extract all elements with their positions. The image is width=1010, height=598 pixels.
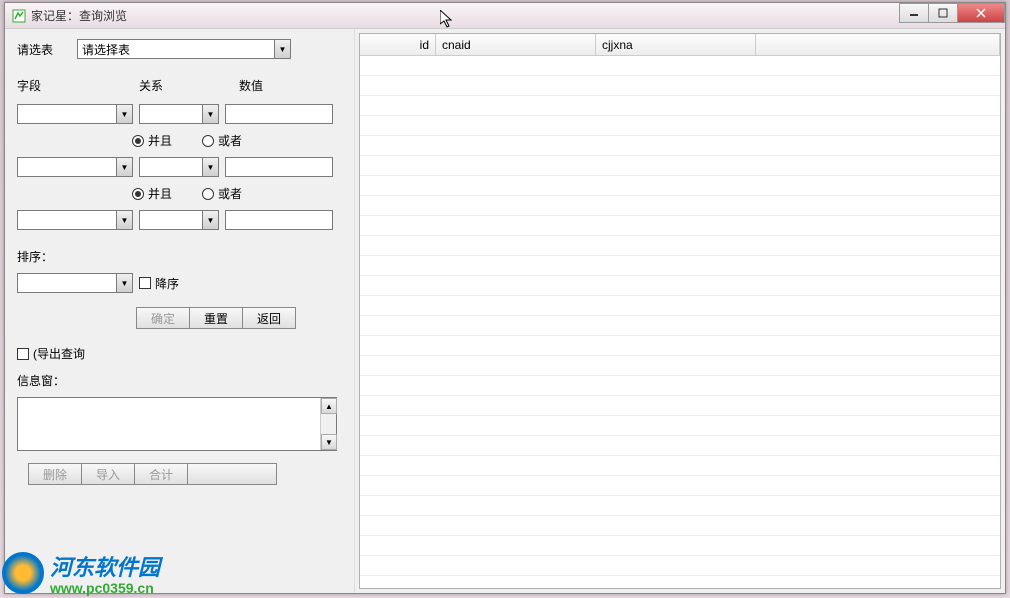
table-row[interactable]: [360, 116, 1000, 136]
main-window: 家记星：查询浏览 请选表 请选择表 ▼ 字段 关系 数值 ▼: [4, 2, 1006, 594]
msg-label: 信息窗：: [17, 372, 65, 389]
grid-body: [360, 56, 1000, 588]
grid-col-cnaid[interactable]: cnaid: [436, 34, 596, 55]
titlebar[interactable]: 家记星：查询浏览: [5, 3, 1005, 29]
grid-col-cjjxna[interactable]: cjjxna: [596, 34, 756, 55]
table-row[interactable]: [360, 356, 1000, 376]
results-grid[interactable]: id cnaid cjjxna: [359, 33, 1001, 589]
chevron-down-icon: ▼: [116, 274, 132, 292]
relation-combo-1[interactable]: ▼: [139, 104, 219, 124]
table-row[interactable]: [360, 236, 1000, 256]
table-row[interactable]: [360, 496, 1000, 516]
and-radio-1[interactable]: 并且: [132, 132, 172, 149]
ok-button[interactable]: 确定: [136, 307, 190, 329]
table-row[interactable]: [360, 96, 1000, 116]
table-row[interactable]: [360, 196, 1000, 216]
table-row[interactable]: [360, 476, 1000, 496]
scrollbar[interactable]: ▲ ▼: [320, 398, 336, 450]
scroll-up-icon[interactable]: ▲: [321, 398, 337, 414]
select-table-label: 请选表: [17, 41, 77, 58]
table-row[interactable]: [360, 376, 1000, 396]
relation-combo-3[interactable]: ▼: [139, 210, 219, 230]
table-row[interactable]: [360, 176, 1000, 196]
chevron-down-icon: ▼: [116, 211, 132, 229]
scroll-down-icon[interactable]: ▼: [321, 434, 337, 450]
reset-button[interactable]: 重置: [189, 307, 243, 329]
grid-col-empty[interactable]: [756, 34, 1000, 55]
value-input-2[interactable]: [225, 157, 333, 177]
export-checkbox[interactable]: (导出查询: [17, 345, 85, 362]
table-row[interactable]: [360, 56, 1000, 76]
window-title: 家记星：查询浏览: [31, 7, 127, 24]
grid-col-id[interactable]: id: [360, 34, 436, 55]
total-button[interactable]: 合计: [134, 463, 188, 485]
or-radio-2[interactable]: 或者: [202, 185, 242, 202]
table-row[interactable]: [360, 396, 1000, 416]
chevron-down-icon: ▼: [116, 158, 132, 176]
table-row[interactable]: [360, 456, 1000, 476]
chevron-down-icon: ▼: [202, 105, 218, 123]
table-row[interactable]: [360, 316, 1000, 336]
field-header-label: 字段: [17, 77, 139, 94]
close-button[interactable]: [957, 3, 1005, 23]
query-panel: 请选表 请选择表 ▼ 字段 关系 数值 ▼ ▼ 并且 或者: [5, 29, 355, 593]
value-header-label: 数值: [239, 77, 263, 94]
table-row[interactable]: [360, 76, 1000, 96]
blank-button[interactable]: [187, 463, 277, 485]
message-textarea[interactable]: ▲ ▼: [17, 397, 337, 451]
select-table-combo[interactable]: 请选择表 ▼: [77, 39, 291, 59]
chevron-down-icon: ▼: [274, 40, 290, 58]
field-combo-2[interactable]: ▼: [17, 157, 133, 177]
table-row[interactable]: [360, 136, 1000, 156]
table-row[interactable]: [360, 216, 1000, 236]
field-combo-3[interactable]: ▼: [17, 210, 133, 230]
sort-label: 排序：: [17, 248, 53, 265]
relation-header-label: 关系: [139, 77, 239, 94]
back-button[interactable]: 返回: [242, 307, 296, 329]
chevron-down-icon: ▼: [202, 158, 218, 176]
relation-combo-2[interactable]: ▼: [139, 157, 219, 177]
table-row[interactable]: [360, 556, 1000, 576]
table-row[interactable]: [360, 516, 1000, 536]
sort-combo[interactable]: ▼: [17, 273, 133, 293]
table-row[interactable]: [360, 336, 1000, 356]
table-row[interactable]: [360, 256, 1000, 276]
value-input-1[interactable]: [225, 104, 333, 124]
chevron-down-icon: ▼: [116, 105, 132, 123]
desc-checkbox[interactable]: 降序: [139, 275, 179, 292]
value-input-3[interactable]: [225, 210, 333, 230]
results-panel: id cnaid cjjxna: [355, 29, 1005, 593]
or-radio-1[interactable]: 或者: [202, 132, 242, 149]
app-icon: [11, 8, 27, 24]
and-radio-2[interactable]: 并且: [132, 185, 172, 202]
table-row[interactable]: [360, 296, 1000, 316]
table-row[interactable]: [360, 156, 1000, 176]
table-row[interactable]: [360, 416, 1000, 436]
chevron-down-icon: ▼: [202, 211, 218, 229]
table-row[interactable]: [360, 436, 1000, 456]
delete-button[interactable]: 删除: [28, 463, 82, 485]
grid-header: id cnaid cjjxna: [360, 34, 1000, 56]
import-button[interactable]: 导入: [81, 463, 135, 485]
minimize-button[interactable]: [899, 3, 929, 23]
table-row[interactable]: [360, 276, 1000, 296]
select-table-value: 请选择表: [82, 41, 130, 58]
maximize-button[interactable]: [928, 3, 958, 23]
table-row[interactable]: [360, 536, 1000, 556]
field-combo-1[interactable]: ▼: [17, 104, 133, 124]
